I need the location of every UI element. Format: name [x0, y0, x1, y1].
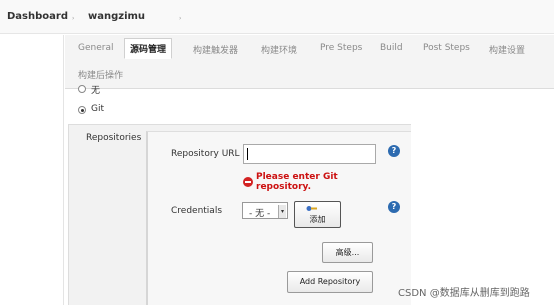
radio-git[interactable]: [78, 106, 86, 114]
repository-url-label: Repository URL: [171, 149, 240, 159]
error-icon: [243, 177, 253, 187]
breadcrumb: Dashboard › wangzimu ›: [0, 0, 554, 34]
radio-none-label: 无: [91, 86, 101, 96]
tab-pre-steps[interactable]: Pre Steps: [320, 43, 362, 53]
breadcrumb-separator-icon: ›: [72, 15, 75, 22]
add-credentials-button[interactable]: 添加: [294, 201, 341, 228]
breadcrumb-dashboard[interactable]: Dashboard: [7, 11, 68, 22]
tab-general[interactable]: General: [78, 43, 113, 53]
radio-none[interactable]: [78, 85, 86, 93]
left-gutter: [0, 35, 64, 305]
credentials-select[interactable]: - 无 - ▾: [242, 202, 288, 219]
config-tab-strip: General 源码管理 构建触发器 构建环境 Pre Steps Build …: [65, 35, 554, 89]
chevron-down-icon: ▾: [278, 205, 286, 218]
repository-url-error: Please enter Git repository.: [256, 172, 338, 192]
tab-build-environment[interactable]: 构建环境: [261, 43, 297, 56]
credentials-label: Credentials: [171, 206, 223, 216]
tab-source-code-management[interactable]: 源码管理: [124, 38, 173, 59]
watermark: CSDN @数据库从删库到跑路: [398, 288, 530, 299]
breadcrumb-separator-icon: ›: [179, 15, 182, 22]
tab-post-build-actions[interactable]: 构建后操作: [78, 68, 123, 81]
text-caret: [247, 148, 248, 160]
credentials-selected-value: - 无 -: [249, 209, 271, 219]
radio-git-label: Git: [91, 104, 105, 114]
add-repository-button[interactable]: Add Repository: [287, 271, 373, 293]
tab-build-triggers[interactable]: 构建触发器: [193, 43, 238, 56]
key-icon: [306, 206, 317, 211]
breadcrumb-job[interactable]: wangzimu: [88, 11, 145, 22]
tab-build-settings[interactable]: 构建设置: [489, 43, 525, 56]
tab-post-steps[interactable]: Post Steps: [423, 43, 470, 53]
add-credentials-label: 添加: [309, 215, 326, 224]
tab-build[interactable]: Build: [380, 43, 403, 53]
advanced-button[interactable]: 高级...: [322, 242, 373, 263]
repositories-label: Repositories: [86, 133, 142, 143]
repository-url-help-icon[interactable]: ?: [388, 145, 400, 157]
credentials-help-icon[interactable]: ?: [388, 201, 400, 213]
repository-url-input[interactable]: [243, 144, 376, 164]
